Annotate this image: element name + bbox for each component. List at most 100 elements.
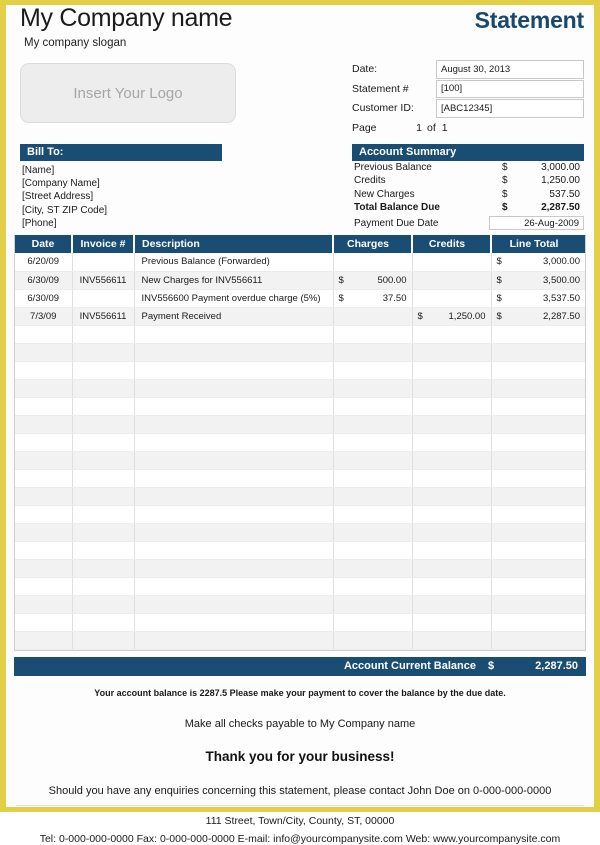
column-header-line-total[interactable]: Line Total [491, 235, 585, 253]
table-row[interactable]: 6/30/09 INV556611 New Charges for INV55661… [15, 271, 585, 290]
cell-empty[interactable] [412, 559, 492, 578]
cell-empty[interactable] [134, 433, 334, 452]
customer-id-field[interactable]: [ABC12345] [436, 99, 584, 118]
cell-empty[interactable] [333, 487, 413, 506]
cell-empty[interactable] [333, 541, 413, 560]
cell-empty[interactable] [134, 613, 334, 632]
cell-empty[interactable] [72, 361, 135, 380]
cell-empty[interactable] [333, 361, 413, 380]
cell-charges[interactable] [333, 307, 413, 326]
cell-empty[interactable] [15, 505, 73, 524]
cell-empty[interactable] [412, 325, 492, 344]
cell-invoice[interactable]: INV556611 [72, 271, 135, 290]
statement-number-field[interactable]: [100] [436, 79, 584, 98]
table-row-empty[interactable] [15, 631, 585, 650]
cell-empty[interactable] [491, 433, 585, 452]
cell-line-total[interactable]: $3,500.00 [491, 271, 585, 290]
cell-empty[interactable] [72, 379, 135, 398]
column-header-charges[interactable]: Charges [333, 235, 413, 253]
table-row-empty[interactable] [15, 379, 585, 398]
cell-empty[interactable] [412, 523, 492, 542]
cell-line-total[interactable]: $2,287.50 [491, 307, 585, 326]
cell-empty[interactable] [15, 559, 73, 578]
cell-empty[interactable] [491, 325, 585, 344]
cell-empty[interactable] [15, 523, 73, 542]
table-row-empty[interactable] [15, 343, 585, 362]
cell-empty[interactable] [72, 559, 135, 578]
table-row-empty[interactable] [15, 487, 585, 506]
cell-empty[interactable] [15, 541, 73, 560]
cell-empty[interactable] [15, 343, 73, 362]
cell-empty[interactable] [412, 631, 492, 650]
cell-credits[interactable]: $1,250.00 [412, 307, 492, 326]
cell-empty[interactable] [72, 469, 135, 488]
table-row[interactable]: 6/20/09 Previous Balance (Forwarded) $3,00… [15, 253, 585, 272]
cell-empty[interactable] [72, 631, 135, 650]
cell-empty[interactable] [134, 415, 334, 434]
cell-credits[interactable] [412, 289, 492, 308]
cell-empty[interactable] [134, 523, 334, 542]
cell-empty[interactable] [72, 325, 135, 344]
cell-empty[interactable] [134, 541, 334, 560]
cell-empty[interactable] [15, 469, 73, 488]
table-row-empty[interactable] [15, 541, 585, 560]
cell-empty[interactable] [412, 433, 492, 452]
cell-empty[interactable] [412, 379, 492, 398]
cell-empty[interactable] [412, 577, 492, 596]
cell-empty[interactable] [15, 631, 73, 650]
cell-empty[interactable] [333, 325, 413, 344]
cell-empty[interactable] [134, 577, 334, 596]
cell-empty[interactable] [412, 613, 492, 632]
table-row-empty[interactable] [15, 505, 585, 524]
cell-empty[interactable] [15, 451, 73, 470]
cell-empty[interactable] [491, 361, 585, 380]
cell-empty[interactable] [134, 325, 334, 344]
cell-empty[interactable] [491, 541, 585, 560]
cell-empty[interactable] [412, 415, 492, 434]
cell-empty[interactable] [15, 361, 73, 380]
cell-empty[interactable] [72, 415, 135, 434]
cell-empty[interactable] [412, 469, 492, 488]
cell-line-total[interactable]: $3,537.50 [491, 289, 585, 308]
table-row-empty[interactable] [15, 613, 585, 632]
cell-description[interactable]: Previous Balance (Forwarded) [134, 253, 334, 272]
cell-invoice[interactable]: INV556611 [72, 307, 135, 326]
cell-empty[interactable] [134, 559, 334, 578]
cell-empty[interactable] [134, 505, 334, 524]
cell-empty[interactable] [491, 631, 585, 650]
cell-empty[interactable] [72, 505, 135, 524]
logo-placeholder-box[interactable]: Insert Your Logo [20, 63, 236, 123]
cell-empty[interactable] [72, 577, 135, 596]
cell-empty[interactable] [412, 595, 492, 614]
cell-empty[interactable] [15, 397, 73, 416]
table-row-empty[interactable] [15, 469, 585, 488]
cell-charges[interactable] [333, 253, 413, 272]
cell-empty[interactable] [333, 433, 413, 452]
table-row-empty[interactable] [15, 451, 585, 470]
cell-invoice[interactable] [72, 253, 135, 272]
cell-date[interactable]: 6/30/09 [15, 289, 73, 308]
cell-empty[interactable] [134, 451, 334, 470]
table-row-empty[interactable] [15, 325, 585, 344]
cell-empty[interactable] [491, 523, 585, 542]
cell-line-total[interactable]: $3,000.00 [491, 253, 585, 272]
table-row[interactable]: 7/3/09 INV556611 Payment Received $1,250.00… [15, 307, 585, 326]
cell-charges[interactable]: $37.50 [333, 289, 413, 308]
cell-empty[interactable] [412, 397, 492, 416]
cell-empty[interactable] [412, 487, 492, 506]
cell-empty[interactable] [72, 523, 135, 542]
cell-empty[interactable] [134, 487, 334, 506]
cell-empty[interactable] [72, 433, 135, 452]
cell-empty[interactable] [491, 595, 585, 614]
table-row-empty[interactable] [15, 433, 585, 452]
cell-empty[interactable] [333, 505, 413, 524]
cell-empty[interactable] [134, 469, 334, 488]
cell-empty[interactable] [15, 379, 73, 398]
cell-empty[interactable] [134, 379, 334, 398]
cell-empty[interactable] [72, 343, 135, 362]
cell-empty[interactable] [15, 577, 73, 596]
cell-empty[interactable] [15, 487, 73, 506]
table-row-empty[interactable] [15, 523, 585, 542]
cell-empty[interactable] [333, 343, 413, 362]
cell-empty[interactable] [491, 379, 585, 398]
